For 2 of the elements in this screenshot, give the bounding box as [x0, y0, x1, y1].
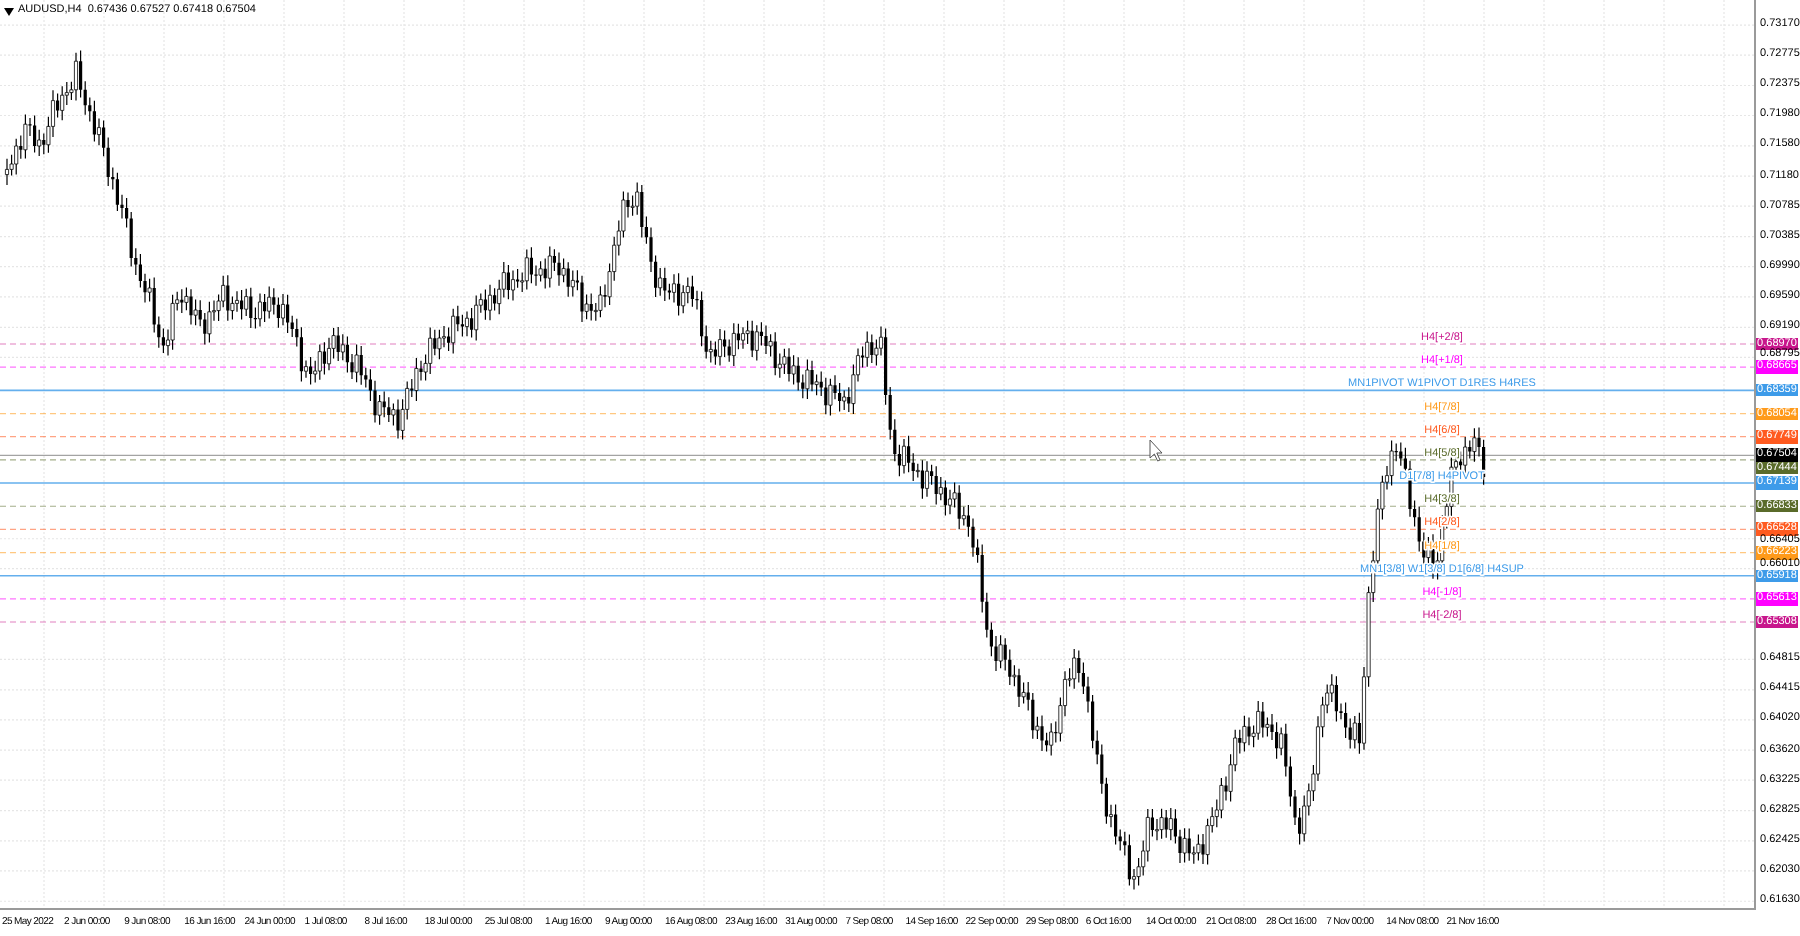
cursor-icon — [1149, 439, 1163, 462]
dropdown-icon[interactable] — [4, 7, 14, 15]
